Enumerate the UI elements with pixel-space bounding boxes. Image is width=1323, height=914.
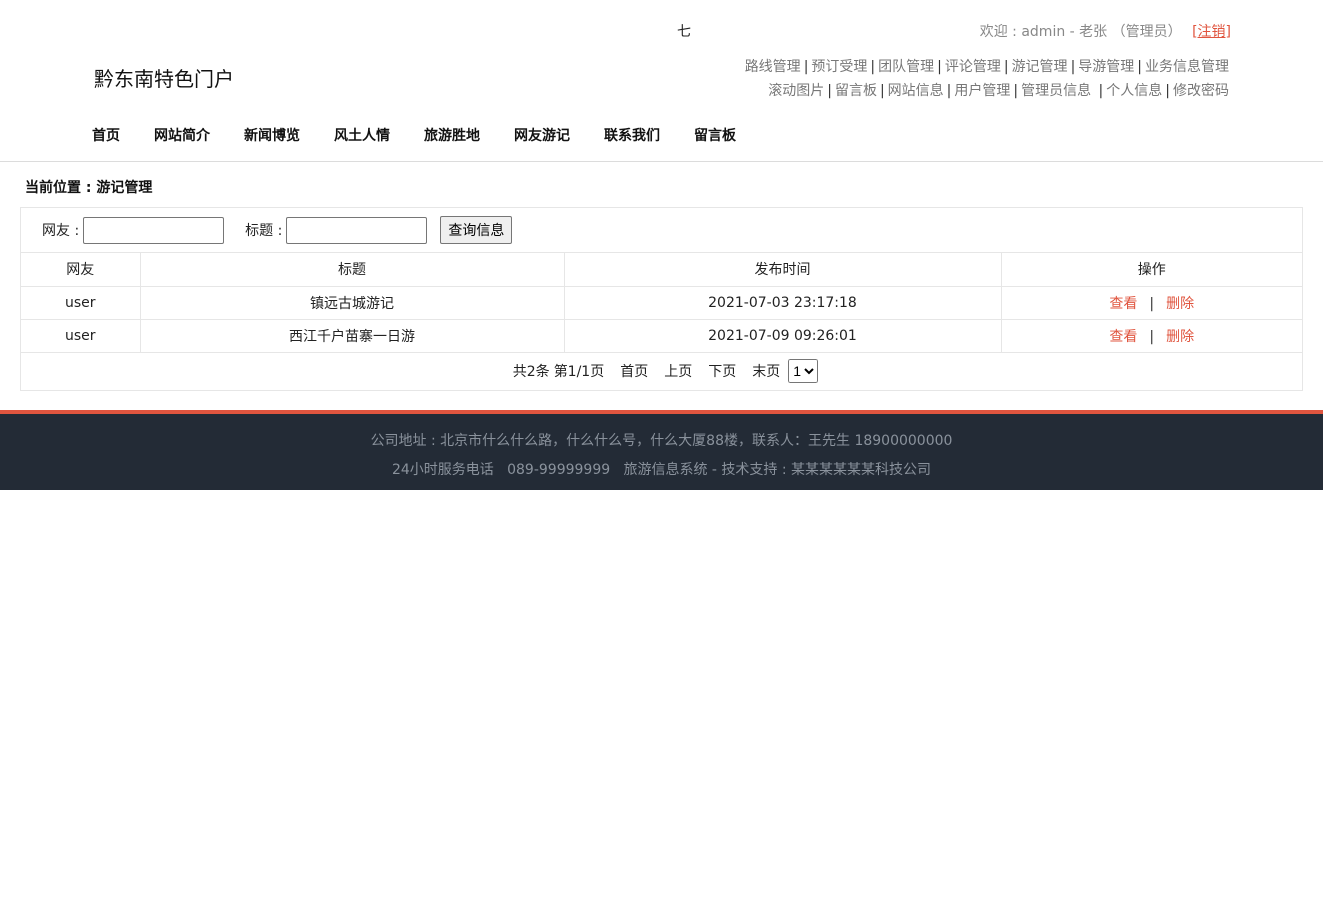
pager-next[interactable]: 下页: [708, 361, 736, 381]
admin-link-guestbook[interactable]: 留言板: [835, 83, 877, 99]
cell-actions: 查看 | 删除: [1001, 319, 1302, 353]
admin-link-guides[interactable]: 导游管理: [1078, 59, 1134, 75]
admin-link-business[interactable]: 业务信息管理: [1145, 59, 1229, 75]
search-bar: 网友 : 标题 : 查询信息: [21, 208, 1302, 253]
admin-link-password[interactable]: 修改密码: [1173, 83, 1229, 99]
welcome-bar: 欢迎 : admin - 老张 （管理员） [注销]: [980, 21, 1231, 41]
table-row: user 西江千户苗寨一日游 2021-07-09 09:26:01 查看 | 删除: [21, 319, 1302, 353]
site-header: 七 欢迎 : admin - 老张 （管理员） [注销] 黔东南特色门户 路线管…: [0, 0, 1323, 162]
admin-link-team[interactable]: 团队管理: [878, 59, 934, 75]
pager-current: 第1/1页: [553, 364, 605, 380]
view-link[interactable]: 查看: [1109, 296, 1137, 312]
col-actions: 操作: [1001, 253, 1302, 287]
table-row: user 镇远古城游记 2021-07-03 23:17:18 查看 | 删除: [21, 286, 1302, 320]
cell-title: 西江千户苗寨一日游: [140, 319, 565, 353]
footer-address: 公司地址 : 北京市什么什么路，什么什么号，什么大厦88楼，联系人：王先生 18…: [370, 433, 953, 449]
logout-link[interactable]: [注销]: [1192, 24, 1231, 40]
footer-contact: 24小时服务电话 089-99999999 旅游信息系统 - 技术支持 : 某某…: [391, 462, 932, 478]
action-separator: |: [1149, 328, 1155, 345]
stray-char: 七: [677, 24, 691, 40]
main-nav: 首页 网站简介 新闻博览 风土人情 旅游胜地 网友游记 联系我们 留言板: [92, 125, 770, 145]
user-search-input[interactable]: [83, 216, 225, 244]
view-link[interactable]: 查看: [1109, 329, 1137, 345]
table-header-row: 网友 标题 发布时间 操作: [21, 253, 1302, 287]
admin-link-users[interactable]: 用户管理: [954, 83, 1010, 99]
col-title: 标题: [140, 253, 565, 287]
breadcrumb: 当前位置 : 游记管理: [25, 180, 153, 196]
page-select[interactable]: 1: [788, 359, 819, 383]
admin-link-admin-info[interactable]: 管理员信息: [1021, 83, 1091, 99]
nav-travelogues[interactable]: 网友游记: [514, 125, 570, 145]
action-separator: |: [1149, 295, 1155, 312]
pagination: 共2条 第1/1页 首页 上页 下页 末页 1: [21, 353, 1302, 390]
admin-link-travelogues[interactable]: 游记管理: [1012, 59, 1068, 75]
admin-link-route[interactable]: 路线管理: [745, 59, 801, 75]
admin-link-comments[interactable]: 评论管理: [945, 59, 1001, 75]
title-search-input[interactable]: [286, 216, 428, 244]
cell-time: 2021-07-03 23:17:18: [564, 286, 1002, 320]
col-user: 网友: [21, 253, 141, 287]
cell-user: user: [21, 319, 141, 353]
cell-user: user: [21, 286, 141, 320]
travelogue-table: 网友 标题 发布时间 操作 user 镇远古城游记 2021-07-03 23:…: [21, 253, 1302, 353]
admin-link-profile[interactable]: 个人信息: [1106, 83, 1162, 99]
search-button[interactable]: 查询信息: [440, 216, 513, 244]
delete-link[interactable]: 删除: [1166, 296, 1194, 312]
cell-time: 2021-07-09 09:26:01: [564, 319, 1002, 353]
user-label: 网友 :: [42, 223, 80, 239]
title-label: 标题 :: [245, 223, 283, 239]
pager-total: 共2条: [512, 364, 550, 380]
admin-link-booking[interactable]: 预订受理: [811, 59, 867, 75]
cell-actions: 查看 | 删除: [1001, 286, 1302, 320]
admin-link-site-info[interactable]: 网站信息: [888, 83, 944, 99]
nav-contact[interactable]: 联系我们: [604, 125, 660, 145]
pager-last[interactable]: 末页: [752, 361, 780, 381]
welcome-text: 欢迎 : admin - 老张 （管理员）: [979, 24, 1182, 40]
delete-link[interactable]: 删除: [1166, 329, 1194, 345]
site-logo: 黔东南特色门户: [94, 67, 234, 91]
nav-customs[interactable]: 风土人情: [334, 125, 390, 145]
nav-news[interactable]: 新闻博览: [244, 125, 300, 145]
pager-prev[interactable]: 上页: [664, 361, 692, 381]
col-time: 发布时间: [564, 253, 1002, 287]
nav-home[interactable]: 首页: [92, 125, 120, 145]
admin-menu-row-2: 滚动图片 | 留言板 | 网站信息 | 用户管理 | 管理员信息 | 个人信息 | 修改密码: [768, 83, 1229, 99]
travelogue-panel: 网友 : 标题 : 查询信息 网友 标题 发布时间 操作 user 镇远古城游记…: [20, 207, 1303, 391]
nav-attractions[interactable]: 旅游胜地: [424, 125, 480, 145]
site-footer: 公司地址 : 北京市什么什么路，什么什么号，什么大厦88楼，联系人：王先生 18…: [0, 410, 1323, 490]
pager-first[interactable]: 首页: [620, 361, 648, 381]
nav-guestbook[interactable]: 留言板: [694, 125, 736, 145]
admin-menu-row-1: 路线管理 | 预订受理 | 团队管理 | 评论管理 | 游记管理 | 导游管理 | 业务信息管理: [744, 59, 1229, 75]
nav-about[interactable]: 网站简介: [154, 125, 210, 145]
cell-title: 镇远古城游记: [140, 286, 565, 320]
admin-link-slides[interactable]: 滚动图片: [768, 83, 824, 99]
admin-menu: 路线管理 | 预订受理 | 团队管理 | 评论管理 | 游记管理 | 导游管理 | 业务信息管理 滚动图…: [745, 55, 1229, 103]
